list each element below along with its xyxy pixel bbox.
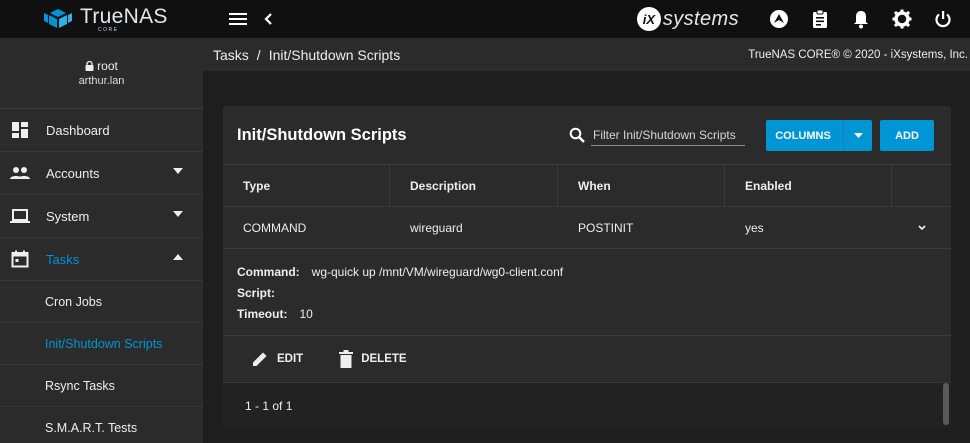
alerts-button[interactable] <box>847 5 875 33</box>
column-header-description[interactable]: Description <box>390 165 558 206</box>
menu-toggle-button[interactable] <box>225 6 251 32</box>
truenas-logo-icon <box>44 9 72 28</box>
detail-command: Command: wg-quick up /mnt/VM/wireguard/w… <box>237 265 937 280</box>
bell-icon <box>854 11 868 29</box>
sidebar-item-label: System <box>46 208 90 224</box>
columns-button[interactable]: COLUMNS <box>766 120 872 151</box>
sidebar-subitem-cron-jobs[interactable]: Cron Jobs <box>0 281 203 323</box>
lock-icon <box>85 61 94 71</box>
breadcrumb-current: Init/Shutdown Scripts <box>268 46 401 63</box>
laptop-icon <box>10 206 30 226</box>
sidebar-item-tasks[interactable]: Tasks <box>0 238 203 281</box>
clipboard-icon <box>813 9 827 28</box>
settings-button[interactable] <box>888 5 916 33</box>
table-row[interactable]: COMMAND wireguard POSTINIT yes <box>223 207 951 249</box>
hamburger-icon <box>229 13 247 25</box>
gear-icon <box>892 9 912 29</box>
sidebar-item-label: Tasks <box>46 251 80 267</box>
power-button[interactable] <box>929 5 957 33</box>
sidebar-item-system[interactable]: System <box>0 195 203 238</box>
truecommand-button[interactable] <box>765 5 793 33</box>
breadcrumb-separator: / <box>256 46 261 63</box>
sidebar-item-label: Dashboard <box>46 122 110 138</box>
chevron-left-icon <box>264 13 272 25</box>
search-icon <box>569 127 585 143</box>
trash-icon <box>339 350 354 368</box>
brand-logo[interactable]: TrueNAS CORE <box>0 0 203 38</box>
ix-mark: iX <box>636 7 661 31</box>
search-box <box>569 124 745 146</box>
dashboard-icon <box>10 120 30 140</box>
scripts-table-card: Init/Shutdown Scripts COLUMNS ADD Type D… <box>223 106 951 428</box>
delete-button[interactable]: DELETE <box>339 350 407 368</box>
detail-command-key: Command: <box>237 265 300 279</box>
user-host: arthur.lan <box>78 75 125 87</box>
sidebar-subitem-rsync-tasks[interactable]: Rsync Tasks <box>0 365 203 407</box>
search-input[interactable] <box>591 124 745 146</box>
ixsystems-logo[interactable]: iX systems <box>636 7 739 31</box>
calendar-icon <box>10 249 30 269</box>
sidebar: root arthur.lan Dashboard Accounts Syste… <box>0 38 203 443</box>
caret-down-icon <box>173 211 183 217</box>
collapse-button[interactable] <box>255 6 281 32</box>
pagination-text: 1 - 1 of 1 <box>245 398 293 413</box>
delete-label: DELETE <box>361 353 407 365</box>
column-header-when[interactable]: When <box>558 165 725 206</box>
detail-timeout-value: 10 <box>299 307 313 321</box>
breadcrumb: Tasks / Init/Shutdown Scripts <box>213 47 400 63</box>
ix-wordmark: systems <box>662 7 739 30</box>
user-name: root <box>97 59 118 73</box>
detail-script-key: Script: <box>237 286 276 300</box>
sidebar-item-dashboard[interactable]: Dashboard <box>0 109 203 152</box>
power-icon <box>935 11 951 28</box>
brand-sub: CORE <box>98 26 119 33</box>
table-footer: 1 - 1 of 1 <box>223 383 951 428</box>
caret-down-icon <box>853 133 863 138</box>
row-actions: EDIT DELETE <box>223 336 951 383</box>
truecommand-icon <box>770 10 788 28</box>
cell-description: wireguard <box>410 220 463 235</box>
cell-type: COMMAND <box>243 220 307 235</box>
detail-timeout-key: Timeout: <box>237 307 288 321</box>
page-title: Init/Shutdown Scripts <box>237 125 407 144</box>
edit-button[interactable]: EDIT <box>251 350 303 368</box>
tasks-button[interactable] <box>806 5 834 33</box>
caret-up-icon <box>173 254 183 260</box>
sidebar-subitem-smart-tests[interactable]: S.M.A.R.T. Tests <box>0 407 203 443</box>
edit-label: EDIT <box>277 353 304 365</box>
detail-script: Script: <box>237 286 937 301</box>
row-expand-toggle[interactable] <box>892 207 951 248</box>
brand-name: TrueNAS <box>80 4 168 28</box>
row-details: Command: wg-quick up /mnt/VM/wireguard/w… <box>223 249 951 336</box>
columns-label: COLUMNS <box>775 129 831 142</box>
detail-command-value: wg-quick up /mnt/VM/wireguard/wg0-client… <box>311 265 564 279</box>
cell-enabled: yes <box>745 220 764 235</box>
scrollbar-thumb[interactable] <box>943 383 949 425</box>
column-header-actions <box>892 165 951 206</box>
detail-timeout: Timeout: 10 <box>237 307 937 322</box>
people-icon <box>10 163 30 183</box>
pencil-icon <box>253 352 267 366</box>
user-info: root arthur.lan <box>0 38 203 109</box>
chevron-down-icon <box>917 225 926 230</box>
sidebar-item-accounts[interactable]: Accounts <box>0 152 203 195</box>
breadcrumb-parent[interactable]: Tasks <box>213 47 249 63</box>
breadcrumb-bar: Tasks / Init/Shutdown Scripts TrueNAS CO… <box>203 38 970 71</box>
card-header: Init/Shutdown Scripts COLUMNS ADD <box>223 106 951 165</box>
sidebar-item-label: Accounts <box>46 165 100 181</box>
column-header-enabled[interactable]: Enabled <box>725 165 892 206</box>
cell-when: POSTINIT <box>578 220 634 235</box>
add-button[interactable]: ADD <box>880 120 934 151</box>
sidebar-subitem-init-shutdown-scripts[interactable]: Init/Shutdown Scripts <box>0 323 203 365</box>
table-header: Type Description When Enabled <box>223 165 951 207</box>
column-header-type[interactable]: Type <box>223 165 390 206</box>
copyright-text: TrueNAS CORE® © 2020 - iXsystems, Inc. <box>748 48 968 61</box>
top-bar: TrueNAS CORE iX systems <box>0 0 970 38</box>
caret-down-icon <box>173 168 183 174</box>
